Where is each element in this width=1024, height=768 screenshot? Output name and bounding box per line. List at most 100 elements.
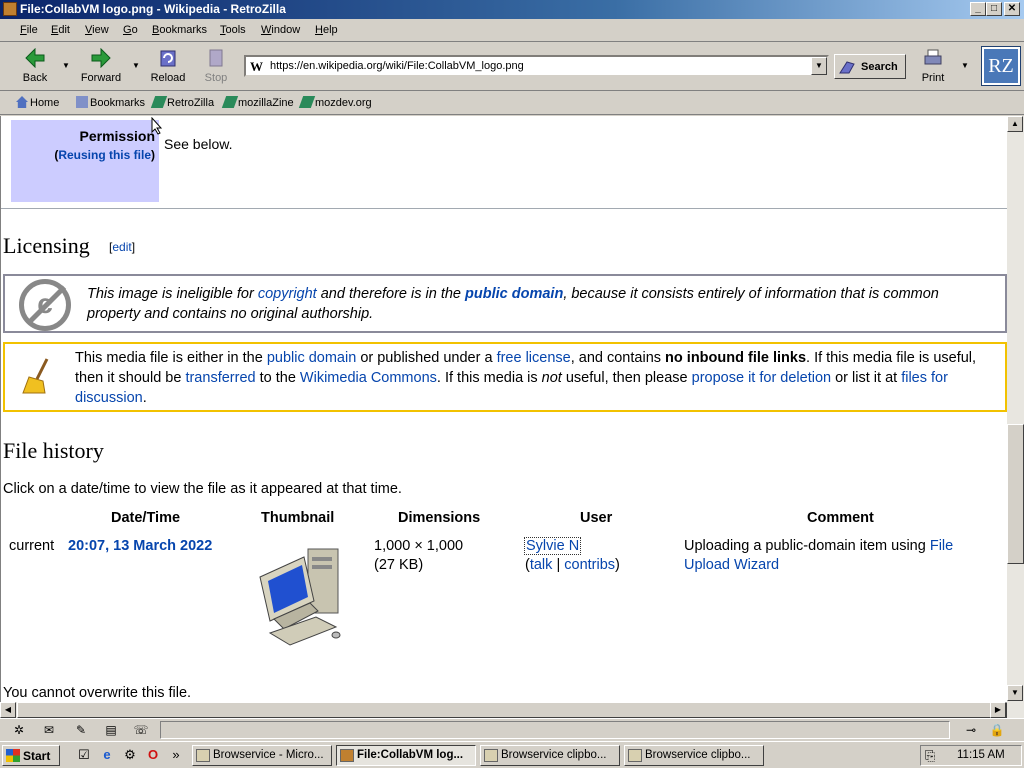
- wikipedia-favicon-icon: W: [250, 59, 263, 74]
- horizontal-scroll-thumb[interactable]: [17, 702, 1007, 718]
- start-button[interactable]: Start: [2, 745, 60, 766]
- scroll-up-icon[interactable]: ▲: [1007, 116, 1023, 132]
- propose-deletion-link[interactable]: propose it for deletion: [692, 370, 831, 386]
- app-icon: [3, 2, 17, 16]
- address-book-icon[interactable]: ▤: [102, 723, 120, 737]
- scroll-left-icon[interactable]: ◀: [0, 702, 16, 718]
- menu-file[interactable]: File: [20, 24, 38, 36]
- bookmark-mozdev-label: mozdev.org: [315, 97, 372, 109]
- stop-label: Stop: [204, 72, 228, 84]
- bookmark-home-label: Home: [30, 97, 60, 109]
- url-dropdown-icon[interactable]: ▼: [811, 57, 827, 75]
- irc-chat-icon[interactable]: ☏: [132, 723, 150, 737]
- menu-window[interactable]: Window: [261, 24, 300, 36]
- menu-tools[interactable]: Tools: [220, 24, 246, 36]
- menu-go[interactable]: Go: [123, 24, 138, 36]
- licensing-edit-link[interactable]: edit: [112, 240, 131, 254]
- print-button[interactable]: Print: [908, 45, 958, 89]
- show-desktop-icon[interactable]: ☑: [76, 747, 92, 763]
- close-button[interactable]: ✕: [1004, 2, 1020, 16]
- mail-icon[interactable]: ✉: [40, 723, 58, 737]
- window-title: File:CollabVM logo.png - Wikipedia - Ret…: [20, 2, 286, 16]
- settings-icon[interactable]: ⚙: [122, 747, 138, 763]
- task-browservice-clipboard-1[interactable]: Browservice clipbo...: [480, 745, 620, 766]
- free-license-link[interactable]: free license: [497, 350, 571, 366]
- task-browservice-clipboard-2[interactable]: Browservice clipbo...: [624, 745, 764, 766]
- search-button[interactable]: Search: [834, 54, 906, 79]
- task-browservice-micro[interactable]: Browservice - Micro...: [192, 745, 332, 766]
- bookmark-page-icon: [221, 96, 239, 108]
- system-tray: ⎘ 11:15 AM: [920, 745, 1022, 766]
- stop-button[interactable]: Stop: [191, 45, 241, 89]
- maximize-button[interactable]: □: [986, 2, 1002, 16]
- move-to-commons-notice: This media file is either in the public …: [3, 342, 1007, 412]
- talk-link[interactable]: talk: [530, 557, 553, 573]
- quicklaunch-more-icon[interactable]: »: [168, 747, 184, 763]
- opera-icon[interactable]: O: [145, 747, 161, 763]
- bookmark-home[interactable]: Home: [16, 96, 59, 109]
- title-bar: File:CollabVM logo.png - Wikipedia - Ret…: [0, 0, 1024, 19]
- broom-icon: [22, 358, 49, 394]
- public-domain-link[interactable]: public domain: [465, 286, 563, 302]
- url-input[interactable]: [270, 59, 810, 73]
- bookmark-mozillazine[interactable]: mozillaZine: [221, 96, 294, 109]
- url-bar[interactable]: W ▼: [244, 55, 829, 77]
- retrozilla-logo: RZ: [981, 46, 1021, 86]
- minimize-button[interactable]: _: [970, 2, 986, 16]
- bookmark-retrozilla-label: RetroZilla: [167, 97, 215, 109]
- datetime-link[interactable]: 20:07, 13 March 2022: [68, 538, 212, 554]
- user-link[interactable]: Sylvie N: [524, 537, 582, 555]
- back-dropdown-icon[interactable]: ▼: [62, 61, 70, 70]
- network-icon[interactable]: ⎘: [925, 748, 935, 764]
- divider: [1, 208, 1007, 209]
- back-button[interactable]: Back: [10, 45, 60, 89]
- clock[interactable]: 11:15 AM: [957, 749, 1005, 761]
- scroll-down-icon[interactable]: ▼: [1007, 685, 1023, 701]
- transferred-link[interactable]: transferred: [185, 370, 255, 386]
- task-collabvm-logo[interactable]: File:CollabVM log...: [336, 745, 476, 766]
- wc-text-6: . If this media is: [436, 370, 542, 386]
- reload-label: Reload: [150, 72, 186, 84]
- forward-dropdown-icon[interactable]: ▼: [132, 61, 140, 70]
- forward-label: Forward: [80, 72, 122, 84]
- upload-wizard-link[interactable]: Upload Wizard: [684, 557, 779, 573]
- scroll-right-icon[interactable]: ▶: [990, 702, 1006, 718]
- comment-plain: Uploading a public-domain item using: [684, 538, 930, 554]
- forward-button[interactable]: Forward: [76, 45, 126, 89]
- menu-bar: File Edit View Go Bookmarks Tools Window…: [0, 20, 1024, 42]
- horizontal-scrollbar[interactable]: ◀ ▶: [0, 702, 1024, 718]
- vertical-scroll-thumb[interactable]: [1007, 424, 1024, 564]
- bookmark-mozdev[interactable]: mozdev.org: [298, 96, 372, 109]
- windows-logo-icon: [6, 749, 20, 762]
- internet-explorer-icon[interactable]: e: [99, 747, 115, 763]
- public-domain-link[interactable]: public domain: [267, 350, 356, 366]
- security-lock-icon[interactable]: 🔒: [988, 723, 1006, 737]
- wc-text-5: to the: [255, 370, 300, 386]
- menu-bookmarks[interactable]: Bookmarks: [152, 24, 207, 36]
- thumbnail-image[interactable]: [256, 543, 348, 649]
- reload-button[interactable]: Reload: [143, 45, 193, 89]
- online-status-icon[interactable]: ⊸: [958, 723, 984, 737]
- composer-icon[interactable]: ✎: [72, 723, 90, 737]
- retrozilla-icon: [340, 749, 354, 762]
- print-dropdown-icon[interactable]: ▼: [961, 61, 969, 70]
- menu-help[interactable]: Help: [315, 24, 338, 36]
- bookmark-bookmarks[interactable]: Bookmarks: [76, 96, 145, 109]
- copyright-link[interactable]: copyright: [258, 286, 317, 302]
- reusing-this-file: (Reusing this file): [54, 148, 155, 162]
- reusing-this-file-link[interactable]: Reusing this file: [58, 148, 151, 162]
- public-domain-icon: c: [19, 279, 71, 331]
- navigation-toolbar: Back ▼ Forward ▼ Reload Stop W ▼ Search …: [0, 43, 1024, 91]
- vertical-scrollbar[interactable]: ▲ ▼: [1007, 116, 1024, 702]
- window-icon: [628, 749, 642, 762]
- file-upload-wizard-link[interactable]: File: [930, 538, 953, 554]
- wikimedia-commons-link[interactable]: Wikimedia Commons: [300, 370, 437, 386]
- bookmark-retrozilla[interactable]: RetroZilla: [150, 96, 215, 109]
- contribs-link[interactable]: contribs: [564, 557, 615, 573]
- navigator-icon[interactable]: ✲: [10, 723, 28, 737]
- row-status: current: [9, 538, 55, 554]
- reload-icon: [160, 50, 176, 67]
- licensing-heading: Licensing: [3, 233, 90, 258]
- menu-view[interactable]: View: [85, 24, 109, 36]
- menu-edit[interactable]: Edit: [51, 24, 70, 36]
